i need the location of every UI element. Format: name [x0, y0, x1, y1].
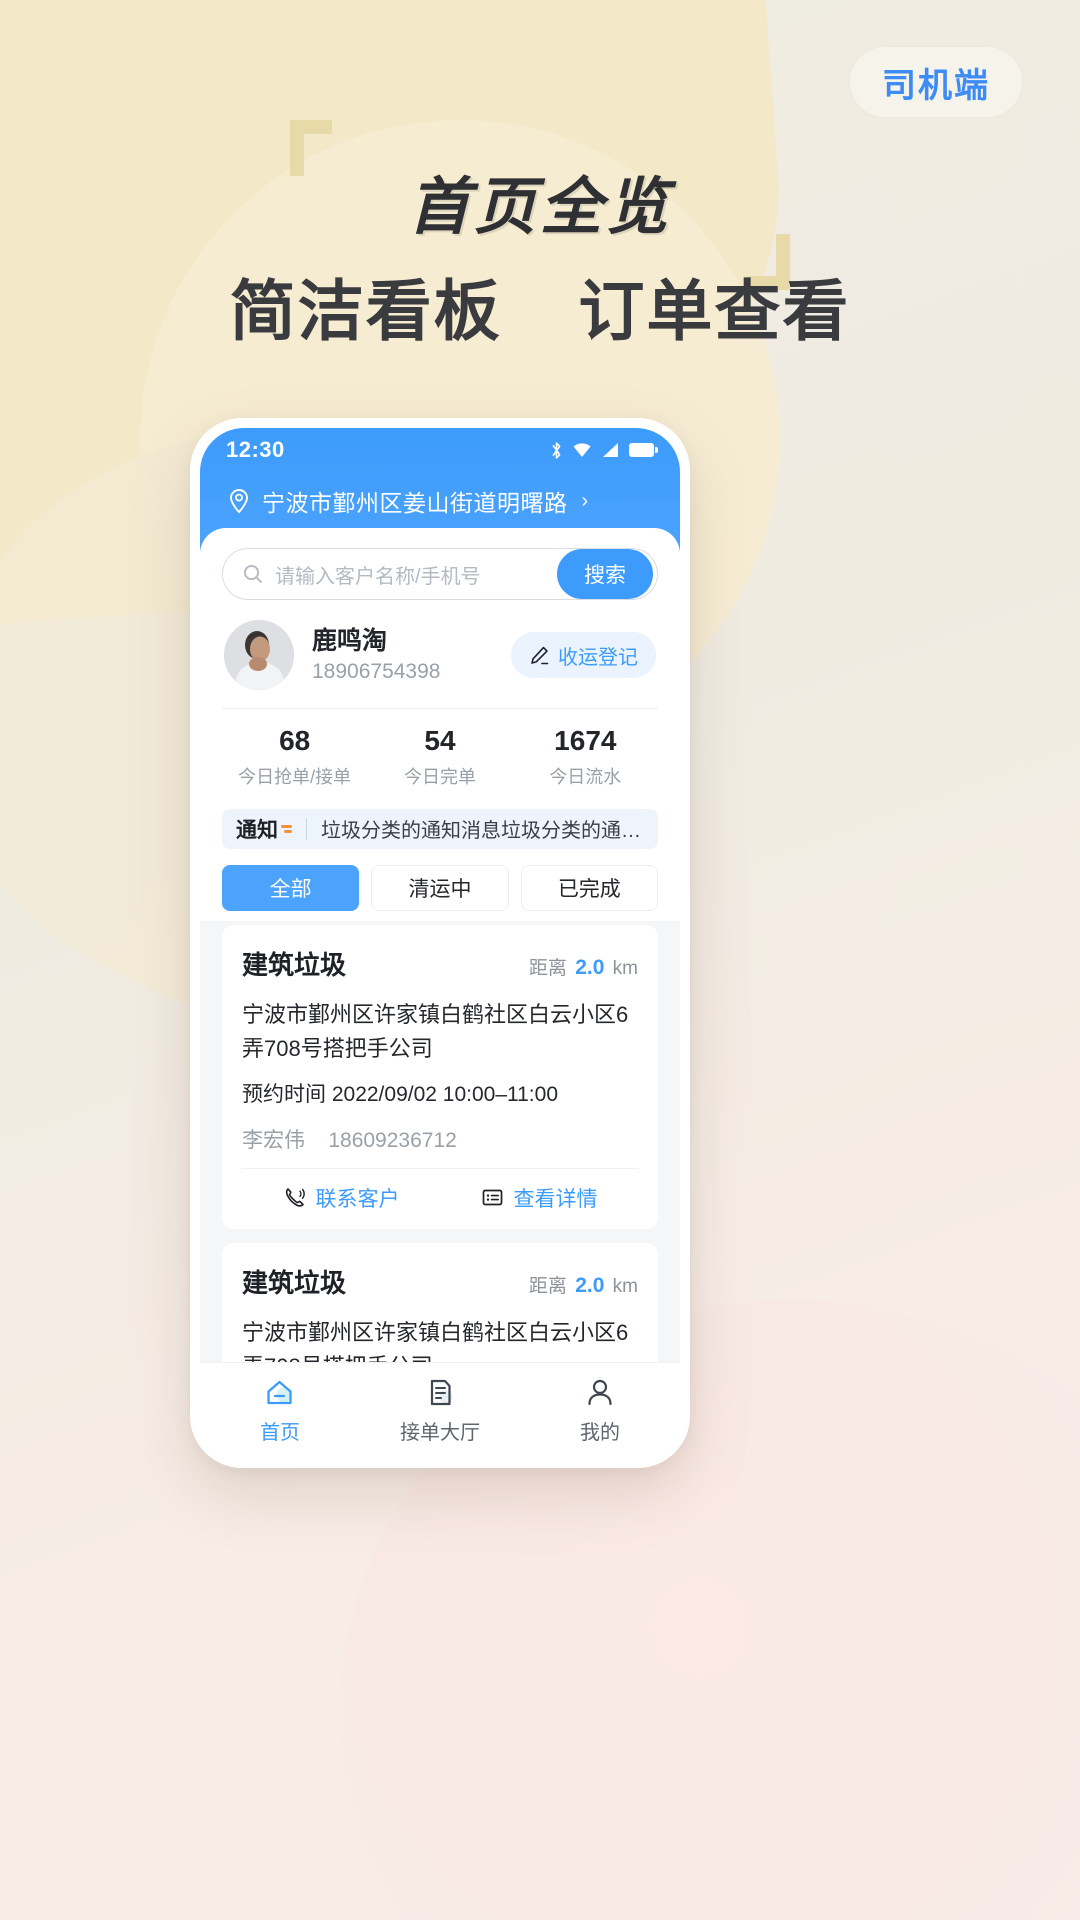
location-pin-icon	[230, 489, 248, 514]
stat-item: 68 今日抢单/接单	[222, 725, 367, 789]
promo-subheading: 简洁看板 订单查看	[0, 258, 1080, 354]
order-address: 宁波市鄞州区许家镇白鹤社区白云小区6弄708号搭把手公司	[242, 1001, 629, 1061]
order-distance: 距离 2.0 km	[529, 1271, 638, 1298]
contact-customer-button[interactable]: 联系客户	[242, 1183, 440, 1213]
user-icon	[588, 1379, 612, 1405]
notification-divider	[306, 817, 307, 840]
nav-item-order-hall[interactable]: 接单大厅	[360, 1377, 520, 1445]
status-icons	[550, 441, 658, 460]
order-distance-unit: km	[612, 1275, 638, 1297]
order-distance-label: 距离	[528, 957, 567, 979]
profile-row: 鹿鸣淘 18906754398 收运登记	[200, 610, 680, 708]
detail-list-icon	[482, 1189, 502, 1206]
promo-headline-wrap: 首页全览	[0, 120, 1080, 290]
tab-completed[interactable]: 已完成	[520, 864, 658, 911]
status-bar: 12:30	[200, 428, 680, 472]
status-time: 12:30	[226, 437, 285, 462]
location-bar[interactable]: 宁波市鄞州区姜山街道明曙路 ›	[200, 472, 680, 518]
search-row: 请输入客户名称/手机号 搜索	[200, 528, 680, 610]
page-title: 首页全览	[289, 120, 790, 290]
contact-customer-label: 联系客户	[315, 1187, 400, 1211]
phone-screen: 12:30 宁波市鄞州区姜山街道明曙路 › 请输入客户名称/手机号 搜索 鹿鸣淘…	[200, 428, 680, 1458]
stat-item: 1674 今日流水	[513, 725, 658, 789]
stat-value: 1674	[554, 725, 617, 756]
profile-text: 鹿鸣淘 18906754398	[312, 626, 440, 684]
order-address: 宁波市鄞州区许家镇白鹤社区白云小区6弄708号搭把手公司	[242, 1319, 629, 1362]
notification-text: 垃圾分类的通知消息垃圾分类的通知消息垃圾分...	[321, 820, 644, 843]
stat-value: 68	[279, 725, 311, 756]
order-card[interactable]: 建筑垃圾 距离 2.0 km 宁波市鄞州区许家镇白鹤社区白云小区6弄708号搭把…	[222, 1242, 658, 1362]
page-title-text: 首页全览	[407, 173, 672, 242]
order-actions: 联系客户 查看详情	[242, 1167, 638, 1213]
driver-mode-badge: 司机端	[848, 45, 1024, 119]
order-list[interactable]: 建筑垃圾 距离 2.0 km 宁波市鄞州区许家镇白鹤社区白云小区6弄708号搭把…	[200, 920, 680, 1362]
chevron-right-icon: ›	[581, 489, 589, 512]
battery-icon	[629, 443, 658, 457]
order-card[interactable]: 建筑垃圾 距离 2.0 km 宁波市鄞州区许家镇白鹤社区白云小区6弄708号搭把…	[222, 924, 658, 1229]
order-contact-phone: 18609236712	[328, 1128, 457, 1152]
stats-row: 68 今日抢单/接单 54 今日完单 1674 今日流水	[222, 708, 658, 803]
nav-label-home: 首页	[260, 1421, 300, 1444]
home-icon	[267, 1380, 292, 1404]
order-header: 建筑垃圾 距离 2.0 km	[242, 945, 638, 982]
stat-item: 54 今日完单	[367, 725, 512, 789]
stat-value: 54	[424, 725, 456, 756]
notification-banner[interactable]: 通知 垃圾分类的通知消息垃圾分类的通知消息垃圾分...	[222, 809, 658, 849]
pencil-icon	[531, 646, 549, 664]
collection-register-button[interactable]: 收运登记	[511, 632, 656, 678]
tab-all[interactable]: 全部	[222, 864, 360, 911]
stat-label: 今日流水	[549, 767, 622, 787]
order-contact: 李宏伟 18609236712	[242, 1124, 638, 1154]
signal-icon	[603, 443, 618, 457]
bracket-top-left-icon	[289, 120, 332, 176]
order-title: 建筑垃圾	[242, 949, 347, 980]
order-distance-label: 距离	[528, 1275, 567, 1297]
search-button[interactable]: 搜索	[557, 549, 653, 599]
search-box[interactable]: 请输入客户名称/手机号 搜索	[222, 548, 658, 600]
subheading-left: 简洁看板	[229, 274, 502, 348]
view-detail-button[interactable]: 查看详情	[440, 1183, 638, 1213]
notification-mark-icon	[281, 824, 292, 833]
stat-label: 今日完单	[403, 767, 476, 787]
nav-item-home[interactable]: 首页	[200, 1377, 360, 1445]
notification-tag-label: 通知	[236, 818, 278, 842]
order-time: 预约时间 2022/09/02 10:00–11:00	[242, 1082, 558, 1106]
search-icon	[243, 564, 262, 583]
order-distance: 距离 2.0 km	[529, 953, 638, 980]
view-detail-label: 查看详情	[513, 1187, 598, 1211]
phone-mockup: 12:30 宁波市鄞州区姜山街道明曙路 › 请输入客户名称/手机号 搜索 鹿鸣淘…	[190, 418, 690, 1468]
bluetooth-icon	[552, 441, 561, 459]
order-distance-unit: km	[612, 957, 638, 979]
content-sheet: 请输入客户名称/手机号 搜索 鹿鸣淘 18906754398 收运登记 68 今…	[200, 528, 680, 1458]
profile-phone: 18906754398	[312, 660, 441, 684]
avatar-photo	[224, 620, 294, 690]
collection-register-label: 收运登记	[558, 646, 638, 669]
location-text: 宁波市鄞州区姜山街道明曙路	[262, 490, 568, 516]
order-title: 建筑垃圾	[242, 1267, 347, 1298]
nav-item-mine[interactable]: 我的	[520, 1377, 680, 1445]
profile-name: 鹿鸣淘	[312, 626, 388, 655]
phone-icon	[285, 1188, 305, 1207]
document-icon	[430, 1379, 453, 1405]
avatar	[224, 620, 294, 690]
stat-label: 今日抢单/接单	[238, 767, 352, 787]
order-distance-value: 2.0	[575, 1273, 605, 1297]
wifi-icon	[573, 443, 591, 457]
tab-in-transit[interactable]: 清运中	[371, 864, 509, 911]
bottom-navigation: 首页 接单大厅 我的	[200, 1362, 680, 1458]
order-header: 建筑垃圾 距离 2.0 km	[242, 1263, 638, 1300]
nav-label-order-hall: 接单大厅	[400, 1421, 480, 1444]
order-distance-value: 2.0	[575, 955, 605, 979]
notification-tag: 通知	[236, 814, 292, 844]
nav-label-mine: 我的	[580, 1421, 620, 1444]
order-contact-name: 李宏伟	[242, 1128, 305, 1152]
search-input[interactable]: 请输入客户名称/手机号	[275, 560, 481, 589]
subheading-right: 订单查看	[578, 274, 851, 348]
order-filter-tabs: 全部 清运中 已完成	[200, 849, 680, 921]
